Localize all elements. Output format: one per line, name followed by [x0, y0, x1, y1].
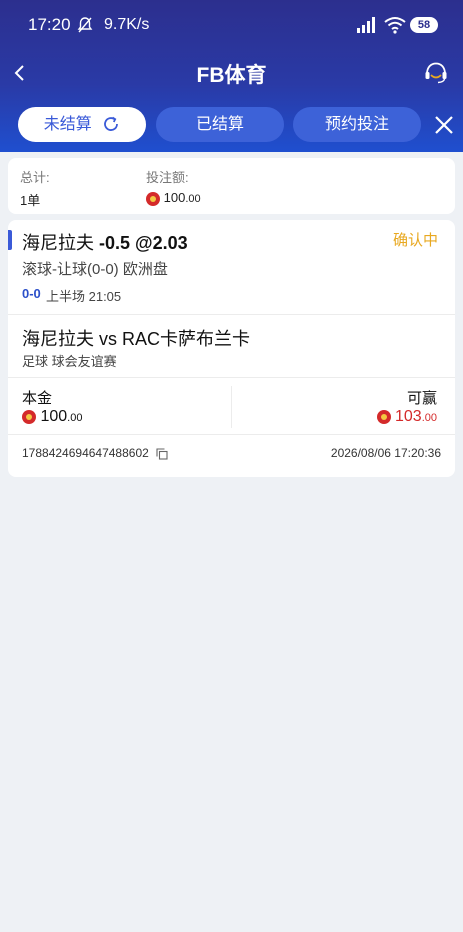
divider [231, 386, 232, 428]
bet-selection: 海尼拉夫 -0.5 @2.03 [22, 229, 188, 255]
bell-off-icon [77, 17, 93, 33]
tab-reserved-bets[interactable]: 预约投注 [293, 107, 421, 142]
bet-line-odds: -0.5 @2.03 [99, 233, 188, 253]
status-net-speed: 9.7K/s [104, 16, 150, 33]
currency-icon [376, 409, 391, 424]
tab-unsettled-label: 未结算 [43, 116, 92, 133]
page-title: FB体育 [196, 64, 267, 87]
bet-status-badge: 确认中 [393, 232, 439, 249]
bet-accent-bar [8, 230, 12, 250]
match-name: 海尼拉夫 vs RAC卡萨布兰卡 [22, 329, 251, 349]
bet-summary-card: 总计: 1单 投注额: 100.00 [8, 158, 455, 214]
status-time: 17:20 [28, 15, 71, 34]
close-icon[interactable] [433, 114, 455, 136]
order-id: 1788424694647488602 [22, 446, 168, 460]
stake-total-value: 100.00 [146, 190, 201, 206]
bet-team: 海尼拉夫 [22, 233, 94, 253]
bet-card[interactable]: 海尼拉夫 -0.5 @2.03 确认中 滚球-让球(0-0) 欧洲盘 0-0 上… [8, 220, 455, 477]
currency-icon [146, 191, 160, 206]
wifi-icon [384, 17, 406, 34]
divider [8, 314, 455, 315]
potential-win-amount: 103.00 [376, 408, 437, 426]
customer-service-icon[interactable] [423, 60, 449, 86]
tab-settled[interactable]: 已结算 [156, 107, 284, 142]
divider [8, 377, 455, 378]
bet-status-tabs: 未结算 已结算 预约投注 [0, 107, 463, 143]
copy-icon[interactable] [156, 448, 168, 460]
live-score: 0-0 [22, 286, 41, 301]
stake-label: 本金 [22, 390, 53, 407]
divider [8, 434, 455, 435]
total-label: 总计: [20, 170, 50, 185]
signal-icon [357, 17, 375, 33]
bet-datetime: 2026/08/06 17:20:36 [330, 446, 441, 460]
refresh-icon[interactable] [102, 115, 120, 133]
stake-amount: 100.00 [22, 408, 82, 426]
potential-win-label: 可赢 [406, 390, 437, 407]
battery-indicator: 58 [410, 17, 438, 33]
status-bar: 17:20 9.7K/s 58 [0, 0, 463, 52]
tab-unsettled[interactable]: 未结算 [18, 107, 146, 142]
league-name: 足球 球会友谊赛 [22, 354, 117, 369]
bet-market: 滚球-让球(0-0) 欧洲盘 [22, 261, 168, 278]
stake-total-label: 投注额: [146, 170, 189, 185]
currency-icon [22, 409, 36, 424]
nav-bar: FB体育 [0, 52, 463, 96]
match-period: 上半场 21:05 [46, 289, 122, 304]
total-count: 1单 [20, 193, 41, 208]
